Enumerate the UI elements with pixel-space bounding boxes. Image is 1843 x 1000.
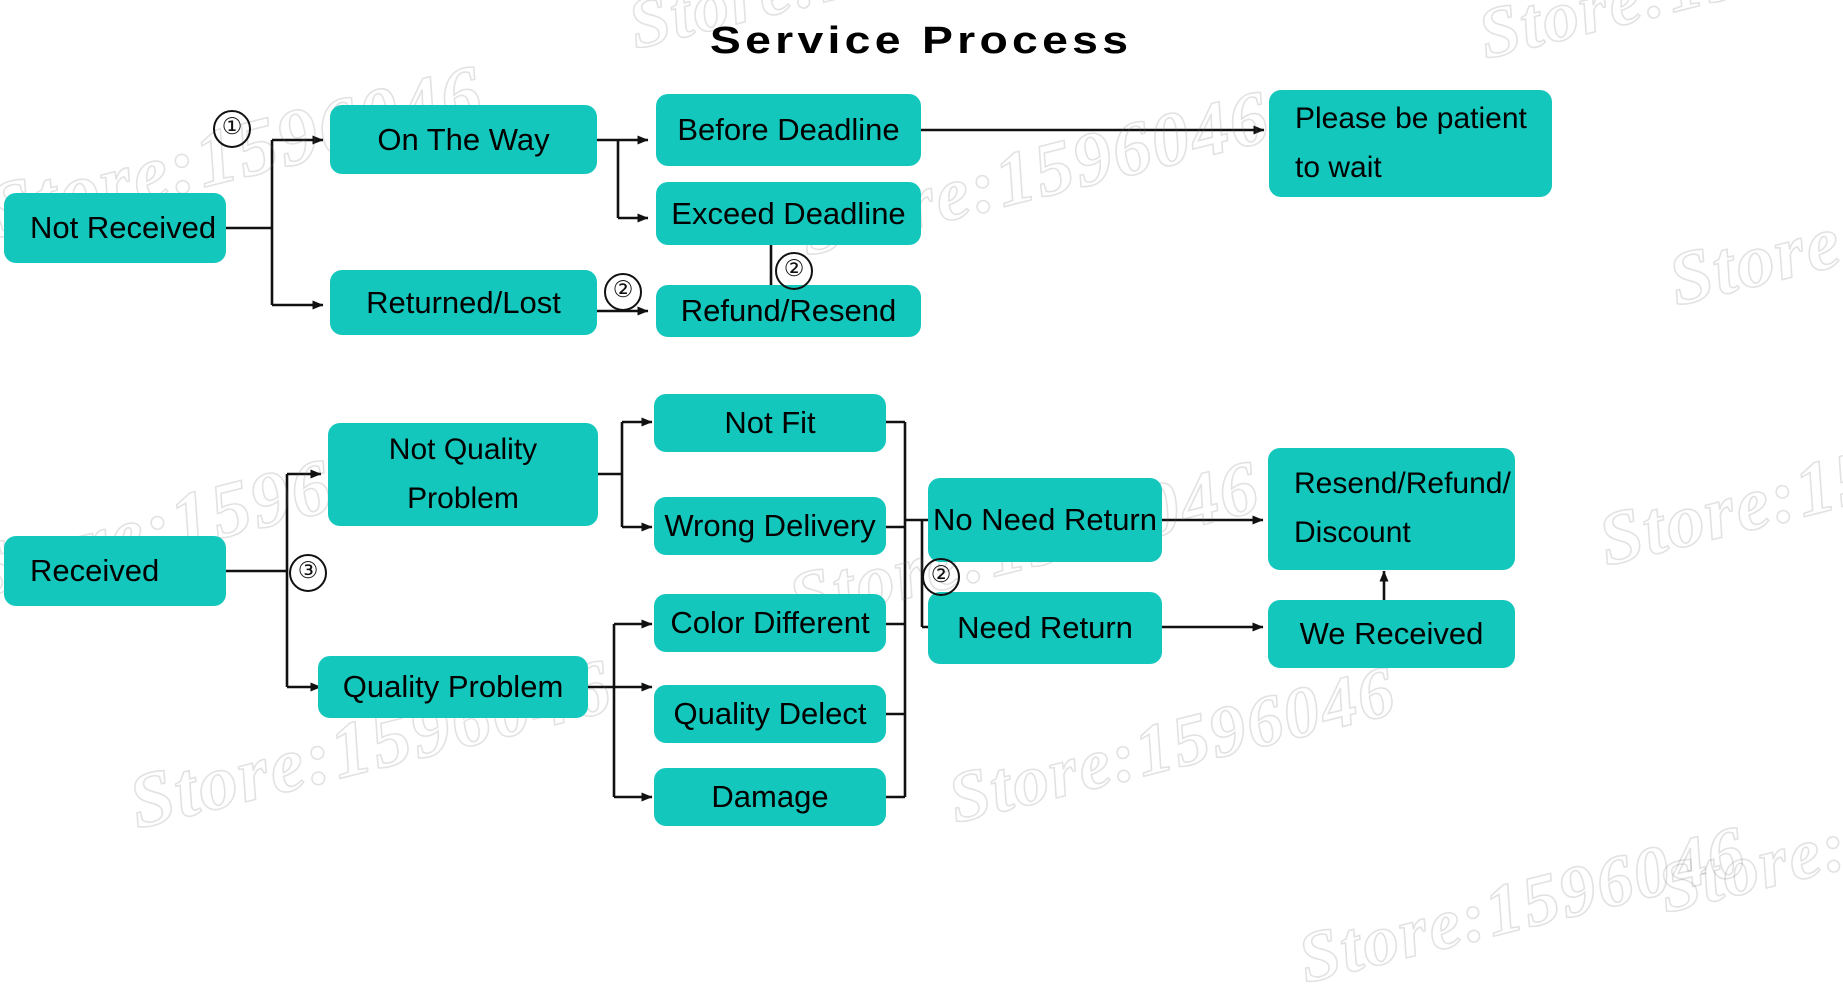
node-resend-refund-line2: Discount bbox=[1294, 516, 1411, 549]
node-we-received[interactable]: We Received bbox=[1268, 600, 1515, 668]
node-wrong-delivery-label: Wrong Delivery bbox=[664, 508, 876, 544]
node-on-the-way-label: On The Way bbox=[377, 121, 550, 157]
node-color-different-label: Color Different bbox=[670, 605, 870, 641]
edge-label-returned-lost-two: ② bbox=[604, 273, 642, 311]
node-quality-delect[interactable]: Quality Delect bbox=[654, 685, 886, 743]
node-not-fit-label: Not Fit bbox=[724, 405, 816, 441]
node-not-quality-problem[interactable]: Not Quality Problem bbox=[328, 423, 598, 526]
node-not-received-label: Not Received bbox=[30, 210, 217, 246]
node-please-wait-line1: Please be patient bbox=[1295, 101, 1527, 135]
edge-label-exceed-two: ② bbox=[775, 252, 813, 290]
node-damage[interactable]: Damage bbox=[654, 768, 886, 826]
edge-label-return-split-two: ② bbox=[922, 558, 960, 596]
node-not-quality-line1: Not Quality bbox=[388, 432, 538, 466]
node-received-label: Received bbox=[30, 553, 160, 589]
node-need-return-label: Need Return bbox=[957, 610, 1133, 646]
node-quality-problem[interactable]: Quality Problem bbox=[318, 656, 588, 718]
node-not-fit[interactable]: Not Fit bbox=[654, 394, 886, 452]
node-exceed-deadline[interactable]: Exceed Deadline bbox=[656, 182, 921, 245]
node-before-deadline-label: Before Deadline bbox=[677, 112, 900, 148]
node-not-quality-line2: Problem bbox=[407, 481, 519, 515]
node-on-the-way[interactable]: On The Way bbox=[330, 105, 597, 174]
node-quality-problem-label: Quality Problem bbox=[342, 669, 564, 705]
node-damage-label: Damage bbox=[711, 779, 829, 815]
node-color-different[interactable]: Color Different bbox=[654, 594, 886, 652]
edge-label-received-three: ③ bbox=[289, 554, 327, 592]
node-we-received-label: We Received bbox=[1299, 616, 1484, 652]
edge-label-branch-one: ① bbox=[213, 110, 251, 148]
node-exceed-deadline-label: Exceed Deadline bbox=[671, 195, 906, 231]
node-resend-refund-line1: Resend/Refund/ bbox=[1294, 467, 1511, 501]
node-wrong-delivery[interactable]: Wrong Delivery bbox=[654, 497, 886, 555]
node-before-deadline[interactable]: Before Deadline bbox=[656, 94, 921, 166]
node-refund-resend[interactable]: Refund/Resend bbox=[656, 285, 921, 337]
node-need-return[interactable]: Need Return bbox=[928, 592, 1162, 664]
node-returned-lost-label: Returned/Lost bbox=[366, 284, 561, 320]
node-refund-resend-label: Refund/Resend bbox=[680, 293, 897, 329]
node-not-received[interactable]: Not Received bbox=[4, 193, 226, 263]
page-title-text: Service Process bbox=[710, 20, 1133, 62]
connector-lines bbox=[226, 125, 1389, 802]
node-no-need-return-label: No Need Return bbox=[932, 502, 1157, 538]
node-quality-delect-label: Quality Delect bbox=[673, 696, 867, 732]
node-received[interactable]: Received bbox=[4, 536, 226, 606]
page-title: Service Process bbox=[0, 20, 1843, 63]
flowchart-canvas: Store:1596046 Store:1596046 Store:159604… bbox=[0, 0, 1843, 1000]
node-resend-refund-discount[interactable]: Resend/Refund/ Discount bbox=[1268, 448, 1515, 570]
node-please-wait-line2: to wait bbox=[1295, 150, 1382, 184]
node-returned-lost[interactable]: Returned/Lost bbox=[330, 270, 597, 335]
node-please-be-patient-to-wait[interactable]: Please be patient to wait bbox=[1269, 90, 1552, 197]
node-no-need-return[interactable]: No Need Return bbox=[928, 478, 1162, 562]
